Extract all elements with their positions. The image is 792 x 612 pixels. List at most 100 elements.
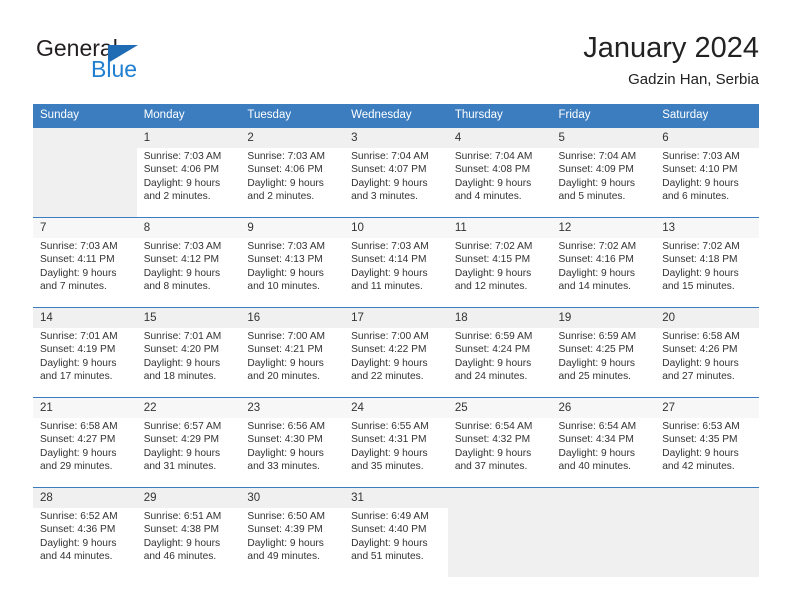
calendar-week-row: 1 Sunrise: 7:03 AM Sunset: 4:06 PM Daylig… [33, 127, 759, 218]
calendar-day-cell[interactable]: 9 Sunrise: 7:03 AM Sunset: 4:13 PM Daylig… [240, 217, 345, 308]
title-block: January 2024 Gadzin Han, Serbia [583, 30, 759, 91]
day-cell-inner: 15 Sunrise: 7:01 AM Sunset: 4:20 PM Dayli… [136, 308, 241, 397]
day-sun-details: Sunrise: 7:03 AM Sunset: 4:06 PM Dayligh… [247, 151, 325, 202]
calendar-day-cell[interactable]: 5 Sunrise: 7:04 AM Sunset: 4:09 PM Daylig… [551, 127, 656, 218]
day-number: 18 [447, 308, 552, 328]
calendar-day-cell[interactable]: 27 Sunrise: 6:53 AM Sunset: 4:35 PM Dayli… [655, 397, 759, 488]
calendar-day-cell[interactable]: 20 Sunrise: 6:58 AM Sunset: 4:26 PM Dayli… [655, 307, 759, 398]
day-cell-inner: 21 Sunrise: 6:58 AM Sunset: 4:27 PM Dayli… [33, 398, 137, 487]
day-sun-details: Sunrise: 6:57 AM Sunset: 4:29 PM Dayligh… [143, 421, 222, 472]
calendar-page: General Blue January 2024 Gadzin Han, Se… [0, 0, 792, 612]
calendar-day-cell[interactable]: 15 Sunrise: 7:01 AM Sunset: 4:20 PM Dayli… [136, 307, 241, 398]
day-sun-details: Sunrise: 7:02 AM Sunset: 4:18 PM Dayligh… [662, 241, 740, 292]
day-cell-inner: 17 Sunrise: 7:00 AM Sunset: 4:22 PM Dayli… [344, 308, 448, 397]
day-cell-inner: 11 Sunrise: 7:02 AM Sunset: 4:15 PM Dayli… [447, 218, 552, 307]
calendar-table: Sunday Monday Tuesday Wednesday Thursday… [33, 104, 759, 577]
day-cell-inner: 22 Sunrise: 6:57 AM Sunset: 4:29 PM Dayli… [136, 398, 241, 487]
day-number: 20 [655, 308, 759, 328]
day-cell-inner: 5 Sunrise: 7:04 AM Sunset: 4:09 PM Daylig… [551, 128, 656, 217]
day-sun-details: Sunrise: 6:56 AM Sunset: 4:30 PM Dayligh… [247, 421, 325, 472]
calendar-day-cell[interactable]: 23 Sunrise: 6:56 AM Sunset: 4:30 PM Dayli… [240, 397, 345, 488]
day-cell-inner: 6 Sunrise: 7:03 AM Sunset: 4:10 PM Daylig… [655, 128, 759, 217]
day-sun-details: Sunrise: 6:50 AM Sunset: 4:39 PM Dayligh… [247, 511, 325, 562]
calendar-day-cell[interactable]: 13 Sunrise: 7:02 AM Sunset: 4:18 PM Dayli… [655, 217, 759, 308]
calendar-cell-empty [655, 487, 759, 577]
day-cell-inner: 3 Sunrise: 7:04 AM Sunset: 4:07 PM Daylig… [344, 128, 448, 217]
day-number: 30 [240, 488, 345, 508]
calendar-day-cell[interactable]: 28 Sunrise: 6:52 AM Sunset: 4:36 PM Dayli… [33, 487, 137, 577]
day-cell-inner: 30 Sunrise: 6:50 AM Sunset: 4:39 PM Dayli… [240, 488, 345, 577]
general-blue-logo[interactable]: General Blue [33, 35, 233, 95]
weekday-header-thursday: Thursday [447, 104, 552, 128]
calendar-day-cell[interactable]: 3 Sunrise: 7:04 AM Sunset: 4:07 PM Daylig… [344, 127, 448, 218]
calendar-day-cell[interactable]: 11 Sunrise: 7:02 AM Sunset: 4:15 PM Dayli… [447, 217, 552, 308]
day-number: 8 [136, 218, 241, 238]
calendar-day-cell[interactable]: 30 Sunrise: 6:50 AM Sunset: 4:39 PM Dayli… [240, 487, 345, 577]
day-cell-inner: 12 Sunrise: 7:02 AM Sunset: 4:16 PM Dayli… [551, 218, 656, 307]
calendar-day-cell[interactable]: 22 Sunrise: 6:57 AM Sunset: 4:29 PM Dayli… [136, 397, 241, 488]
day-number: 12 [551, 218, 656, 238]
calendar-day-cell[interactable]: 26 Sunrise: 6:54 AM Sunset: 4:34 PM Dayli… [551, 397, 656, 488]
calendar-day-cell[interactable]: 24 Sunrise: 6:55 AM Sunset: 4:31 PM Dayli… [344, 397, 448, 488]
calendar-week-row: 28 Sunrise: 6:52 AM Sunset: 4:36 PM Dayli… [33, 487, 759, 577]
calendar-day-cell[interactable]: 1 Sunrise: 7:03 AM Sunset: 4:06 PM Daylig… [136, 127, 241, 218]
day-cell-inner: 10 Sunrise: 7:03 AM Sunset: 4:14 PM Dayli… [344, 218, 448, 307]
day-sun-details: Sunrise: 7:01 AM Sunset: 4:19 PM Dayligh… [40, 331, 118, 382]
calendar-day-cell[interactable]: 21 Sunrise: 6:58 AM Sunset: 4:27 PM Dayli… [33, 397, 137, 488]
day-sun-details: Sunrise: 7:02 AM Sunset: 4:15 PM Dayligh… [454, 241, 533, 292]
day-sun-details [33, 148, 137, 150]
day-cell-inner: 23 Sunrise: 6:56 AM Sunset: 4:30 PM Dayli… [240, 398, 345, 487]
day-sun-details: Sunrise: 7:03 AM Sunset: 4:14 PM Dayligh… [351, 241, 429, 292]
calendar-day-cell[interactable]: 29 Sunrise: 6:51 AM Sunset: 4:38 PM Dayli… [136, 487, 241, 577]
day-sun-details: Sunrise: 6:58 AM Sunset: 4:26 PM Dayligh… [662, 331, 740, 382]
day-sun-details: Sunrise: 6:59 AM Sunset: 4:25 PM Dayligh… [558, 331, 637, 382]
calendar-day-cell[interactable]: 19 Sunrise: 6:59 AM Sunset: 4:25 PM Dayli… [551, 307, 656, 398]
day-cell-inner: 19 Sunrise: 6:59 AM Sunset: 4:25 PM Dayli… [551, 308, 656, 397]
day-cell-inner: 25 Sunrise: 6:54 AM Sunset: 4:32 PM Dayli… [447, 398, 552, 487]
day-cell-inner: 16 Sunrise: 7:00 AM Sunset: 4:21 PM Dayli… [240, 308, 345, 397]
calendar-day-cell[interactable]: 16 Sunrise: 7:00 AM Sunset: 4:21 PM Dayli… [240, 307, 345, 398]
day-number: 4 [447, 128, 552, 148]
day-cell-inner: 7 Sunrise: 7:03 AM Sunset: 4:11 PM Daylig… [33, 218, 137, 307]
calendar-cell-empty [447, 487, 552, 577]
weekday-header-monday: Monday [136, 104, 241, 128]
day-number: 9 [240, 218, 345, 238]
calendar-day-cell[interactable]: 7 Sunrise: 7:03 AM Sunset: 4:11 PM Daylig… [33, 217, 137, 308]
day-number [448, 488, 552, 508]
day-number: 26 [551, 398, 656, 418]
calendar-cell-empty [551, 487, 656, 577]
day-cell-inner: 27 Sunrise: 6:53 AM Sunset: 4:35 PM Dayli… [655, 398, 759, 487]
calendar-cell-empty [33, 127, 137, 218]
weekday-header: Sunday Monday Tuesday Wednesday Thursday… [33, 104, 759, 128]
calendar-day-cell[interactable]: 14 Sunrise: 7:01 AM Sunset: 4:19 PM Dayli… [33, 307, 137, 398]
calendar-day-cell[interactable]: 8 Sunrise: 7:03 AM Sunset: 4:12 PM Daylig… [136, 217, 241, 308]
calendar-day-cell[interactable]: 6 Sunrise: 7:03 AM Sunset: 4:10 PM Daylig… [655, 127, 759, 218]
day-number: 13 [655, 218, 759, 238]
page-title: January 2024 [583, 32, 759, 64]
calendar-day-cell[interactable]: 12 Sunrise: 7:02 AM Sunset: 4:16 PM Dayli… [551, 217, 656, 308]
day-number: 5 [551, 128, 656, 148]
calendar-day-cell[interactable]: 18 Sunrise: 6:59 AM Sunset: 4:24 PM Dayli… [447, 307, 552, 398]
day-number [552, 488, 656, 508]
day-sun-details: Sunrise: 7:03 AM Sunset: 4:10 PM Dayligh… [662, 151, 740, 202]
day-cell-inner: 14 Sunrise: 7:01 AM Sunset: 4:19 PM Dayli… [33, 308, 137, 397]
day-sun-details: Sunrise: 7:03 AM Sunset: 4:11 PM Dayligh… [40, 241, 118, 292]
calendar-day-cell[interactable]: 2 Sunrise: 7:03 AM Sunset: 4:06 PM Daylig… [240, 127, 345, 218]
day-sun-details [552, 508, 656, 510]
calendar-day-cell[interactable]: 25 Sunrise: 6:54 AM Sunset: 4:32 PM Dayli… [447, 397, 552, 488]
page-subtitle: Gadzin Han, Serbia [628, 71, 759, 88]
day-sun-details: Sunrise: 6:51 AM Sunset: 4:38 PM Dayligh… [143, 511, 222, 562]
day-sun-details: Sunrise: 7:03 AM Sunset: 4:12 PM Dayligh… [143, 241, 222, 292]
calendar-day-cell[interactable]: 10 Sunrise: 7:03 AM Sunset: 4:14 PM Dayli… [344, 217, 448, 308]
calendar-day-cell[interactable]: 4 Sunrise: 7:04 AM Sunset: 4:08 PM Daylig… [447, 127, 552, 218]
day-number: 17 [344, 308, 448, 328]
day-sun-details: Sunrise: 7:04 AM Sunset: 4:09 PM Dayligh… [558, 151, 637, 202]
day-cell-inner: 29 Sunrise: 6:51 AM Sunset: 4:38 PM Dayli… [136, 488, 241, 577]
day-sun-details: Sunrise: 7:03 AM Sunset: 4:13 PM Dayligh… [247, 241, 325, 292]
calendar-day-cell[interactable]: 17 Sunrise: 7:00 AM Sunset: 4:22 PM Dayli… [344, 307, 448, 398]
weekday-header-saturday: Saturday [655, 104, 759, 128]
weekday-header-friday: Friday [551, 104, 656, 128]
day-cell-inner: 8 Sunrise: 7:03 AM Sunset: 4:12 PM Daylig… [136, 218, 241, 307]
calendar-day-cell[interactable]: 31 Sunrise: 6:49 AM Sunset: 4:40 PM Dayli… [344, 487, 448, 577]
day-number: 7 [33, 218, 137, 238]
